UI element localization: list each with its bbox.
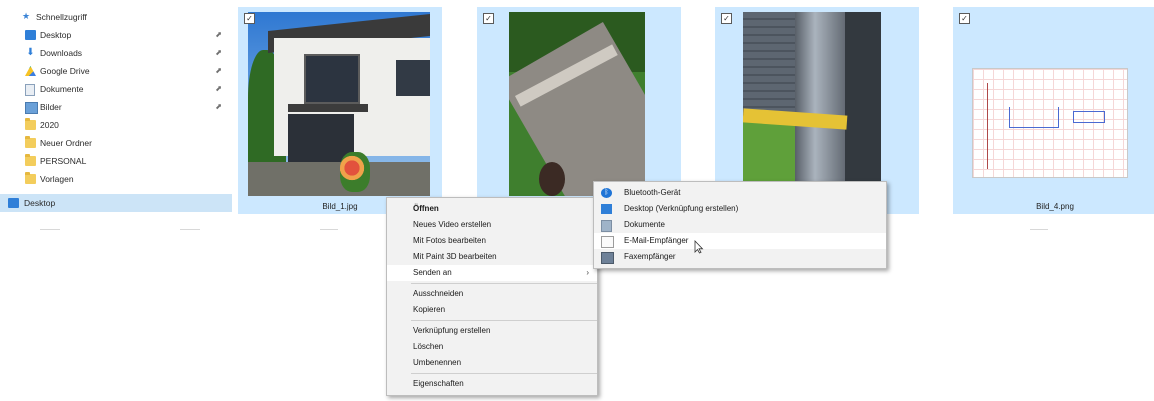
nav-item-google-drive[interactable]: Google Drive ⬈: [0, 62, 232, 80]
drawing-thumbnail: [973, 69, 1127, 177]
divider: [180, 229, 200, 230]
nav-item-downloads[interactable]: ⬇ Downloads ⬈: [0, 44, 232, 62]
fax-icon: [601, 252, 614, 264]
nav-item-desktop-selected[interactable]: Desktop: [0, 194, 232, 212]
send-to-documents[interactable]: Dokumente: [594, 217, 886, 233]
divider: [1030, 229, 1048, 230]
menu-item-label: Öffnen: [413, 204, 439, 213]
menu-separator: [411, 283, 597, 284]
navigation-pane: ★ Schnellzugriff Desktop ⬈ ⬇ Downloads ⬈…: [0, 8, 232, 212]
pin-icon: ⬈: [215, 30, 222, 39]
menu-item-label: E-Mail-Empfänger: [624, 236, 689, 245]
divider: [320, 229, 338, 230]
nav-item-pictures[interactable]: Bilder ⬈: [0, 98, 232, 116]
folder-icon: [25, 118, 36, 130]
menu-item-send-to[interactable]: Senden an ›: [387, 265, 597, 281]
pin-icon: ⬈: [215, 84, 222, 93]
photo-thumbnail: [509, 12, 645, 196]
desktop-icon: [25, 30, 36, 40]
menu-item-label: Bluetooth-Gerät: [624, 188, 681, 197]
bluetooth-icon: ᛒ: [601, 188, 612, 198]
menu-item-delete[interactable]: Löschen: [387, 339, 597, 355]
menu-item-label: Umbenennen: [413, 358, 462, 367]
file-checkbox[interactable]: ✓: [483, 13, 494, 24]
nav-item-label: 2020: [40, 120, 59, 130]
folder-icon: [25, 172, 36, 184]
menu-item-edit-photos[interactable]: Mit Fotos bearbeiten: [387, 233, 597, 249]
file-checkbox[interactable]: ✓: [959, 13, 970, 24]
nav-item-folder-2020[interactable]: 2020: [0, 116, 232, 134]
folder-icon: [25, 136, 36, 148]
file-checkbox[interactable]: ✓: [721, 13, 732, 24]
menu-item-create-shortcut[interactable]: Verknüpfung erstellen: [387, 323, 597, 339]
file-tile[interactable]: ✓ Bild_1.jpg: [238, 7, 442, 214]
menu-item-rename[interactable]: Umbenennen: [387, 355, 597, 371]
nav-item-label: Dokumente: [40, 84, 84, 94]
file-name: Bild_4.png: [1036, 202, 1074, 211]
pin-icon: ⬈: [215, 48, 222, 57]
star-icon: ★: [22, 11, 31, 21]
documents-icon: [25, 84, 35, 96]
menu-item-label: Ausschneiden: [413, 289, 464, 298]
send-to-bluetooth[interactable]: ᛒ Bluetooth-Gerät: [594, 185, 886, 201]
nav-item-documents[interactable]: Dokumente ⬈: [0, 80, 232, 98]
nav-item-label: Neuer Ordner: [40, 138, 92, 148]
menu-item-open[interactable]: Öffnen: [387, 201, 597, 217]
menu-item-label: Verknüpfung erstellen: [413, 326, 491, 335]
nav-item-label: Bilder: [40, 102, 62, 112]
file-tile[interactable]: ✓ Bild_4.png: [953, 7, 1154, 214]
menu-item-copy[interactable]: Kopieren: [387, 302, 597, 318]
menu-item-label: Eigenschaften: [413, 379, 464, 388]
folder-icon: [25, 154, 36, 166]
menu-separator: [411, 373, 597, 374]
photo-thumbnail: [248, 12, 430, 196]
file-checkbox[interactable]: ✓: [244, 13, 255, 24]
nav-item-label: Schnellzugriff: [36, 12, 87, 22]
menu-item-label: Dokumente: [624, 220, 665, 229]
menu-item-cut[interactable]: Ausschneiden: [387, 286, 597, 302]
nav-item-folder-vorlagen[interactable]: Vorlagen: [0, 170, 232, 188]
menu-item-new-video[interactable]: Neues Video erstellen: [387, 217, 597, 233]
nav-item-label: Desktop: [24, 198, 56, 208]
download-icon: ⬇: [26, 47, 35, 58]
nav-item-desktop[interactable]: Desktop ⬈: [0, 26, 232, 44]
send-to-mail-recipient[interactable]: E-Mail-Empfänger: [594, 233, 886, 249]
menu-item-label: Mit Fotos bearbeiten: [413, 236, 486, 245]
google-drive-icon: [25, 66, 36, 76]
nav-item-label: Google Drive: [40, 66, 90, 76]
desktop-icon: [601, 204, 612, 214]
menu-separator: [411, 320, 597, 321]
menu-item-edit-paint3d[interactable]: Mit Paint 3D bearbeiten: [387, 249, 597, 265]
divider: [40, 229, 60, 230]
menu-item-label: Senden an: [413, 268, 452, 277]
send-to-submenu: ᛒ Bluetooth-Gerät Desktop (Verknüpfung e…: [593, 181, 887, 269]
menu-item-label: Löschen: [413, 342, 444, 351]
menu-item-label: Faxempfänger: [624, 252, 676, 261]
pictures-icon: [25, 102, 38, 114]
mail-icon: [601, 236, 614, 248]
pin-icon: ⬈: [215, 102, 222, 111]
nav-item-label: Downloads: [40, 48, 83, 58]
nav-item-label: Desktop: [40, 30, 72, 40]
menu-item-properties[interactable]: Eigenschaften: [387, 376, 597, 392]
chevron-right-icon: ›: [586, 268, 589, 277]
nav-item-quick-access[interactable]: ★ Schnellzugriff: [0, 8, 232, 26]
menu-item-label: Mit Paint 3D bearbeiten: [413, 252, 497, 261]
menu-item-label: Kopieren: [413, 305, 446, 314]
desktop-icon: [8, 198, 19, 208]
send-to-desktop[interactable]: Desktop (Verknüpfung erstellen): [594, 201, 886, 217]
nav-item-label: Vorlagen: [40, 174, 74, 184]
nav-item-label: PERSONAL: [40, 156, 87, 166]
menu-item-label: Neues Video erstellen: [413, 220, 492, 229]
pin-icon: ⬈: [215, 66, 222, 75]
context-menu: Öffnen Neues Video erstellen Mit Fotos b…: [386, 197, 598, 396]
menu-item-label: Desktop (Verknüpfung erstellen): [624, 204, 739, 213]
photo-thumbnail: [743, 12, 881, 196]
nav-item-folder-neuer-ordner[interactable]: Neuer Ordner: [0, 134, 232, 152]
send-to-fax-recipient[interactable]: Faxempfänger: [594, 249, 886, 265]
mouse-cursor-icon: [694, 240, 704, 254]
nav-item-folder-personal[interactable]: PERSONAL: [0, 152, 232, 170]
documents-icon: [601, 220, 612, 232]
